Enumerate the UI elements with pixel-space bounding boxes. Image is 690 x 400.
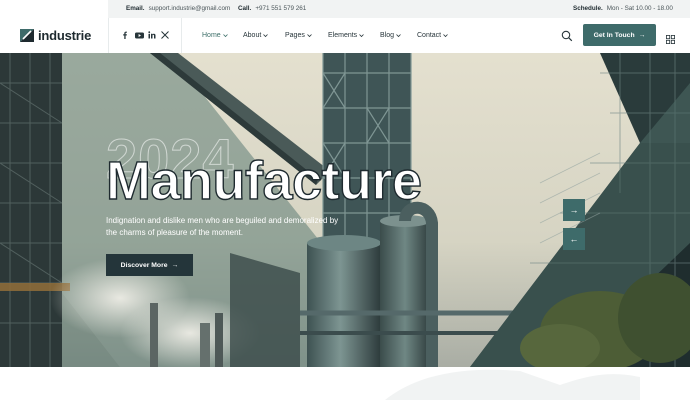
chevron-down-icon: [396, 34, 401, 38]
nav-home[interactable]: Home: [202, 30, 228, 41]
hero-slider: 2024 Manufacture Indignation and dislike…: [0, 53, 690, 367]
call-value[interactable]: +971 551 579 261: [255, 5, 306, 12]
nav-about-label: About: [243, 32, 262, 39]
chevron-down-icon: [443, 34, 448, 38]
facebook-icon[interactable]: [120, 30, 130, 40]
youtube-icon[interactable]: [134, 30, 144, 40]
chevron-down-icon: [222, 34, 228, 38]
grid-menu-icon[interactable]: [666, 31, 676, 45]
x-icon[interactable]: [160, 30, 170, 40]
slider-prev-button[interactable]: ←: [563, 228, 585, 250]
linkedin-icon[interactable]: [147, 30, 157, 40]
logo-mark-icon: [20, 28, 34, 42]
nav-home-label: Home: [202, 32, 221, 39]
schedule-info: Schedule. Mon - Sat 10.00 - 18.00: [573, 4, 673, 14]
arrow-left-icon: ←: [569, 234, 579, 244]
nav-elements[interactable]: Elements: [328, 30, 364, 41]
arrow-right-icon: →: [569, 205, 579, 215]
discover-more-button[interactable]: Discover More →: [106, 254, 193, 276]
email-value[interactable]: support.industrie@gmail.com: [149, 5, 231, 12]
logo-text: industrie: [38, 27, 92, 43]
nav-blog[interactable]: Blog: [380, 30, 401, 41]
schedule-label: Schedule.: [573, 5, 603, 12]
chevron-down-icon: [359, 34, 364, 38]
nav-blog-label: Blog: [380, 32, 395, 39]
header-divider: [108, 18, 109, 53]
nav-contact[interactable]: Contact: [417, 30, 448, 41]
call-info[interactable]: Call. +971 551 579 261: [238, 4, 306, 14]
get-in-touch-button[interactable]: Get In Touch →: [583, 24, 656, 46]
decorative-shape: [385, 369, 640, 400]
chevron-down-icon: [263, 34, 269, 38]
schedule-value: Mon - Sat 10.00 - 18.00: [606, 5, 673, 12]
slider-next-button[interactable]: →: [563, 199, 585, 221]
discover-more-label: Discover More: [120, 261, 168, 269]
site-logo[interactable]: industrie: [20, 27, 91, 43]
hero-title: Manufacture: [105, 151, 422, 211]
nav-pages[interactable]: Pages: [285, 30, 312, 41]
top-info-bar: Email. support.industrie@gmail.com Call. +…: [0, 0, 690, 18]
arrow-right-icon: →: [638, 31, 646, 39]
get-in-touch-label: Get In Touch: [593, 31, 635, 39]
hero-description: Indignation and dislike men who are begu…: [106, 216, 339, 237]
arrow-right-icon: →: [171, 261, 179, 269]
chevron-down-icon: [307, 34, 312, 38]
nav-about[interactable]: About: [243, 30, 269, 41]
call-label: Call.: [238, 5, 252, 12]
search-icon[interactable]: [561, 29, 573, 42]
header-divider: [181, 18, 182, 53]
nav-elements-label: Elements: [328, 32, 358, 39]
nav-contact-label: Contact: [417, 32, 442, 39]
email-label: Email.: [126, 5, 145, 12]
main-header: industrie Home About Pages Elements Blog…: [0, 18, 690, 53]
top-bar-logo-area: [0, 0, 108, 18]
nav-pages-label: Pages: [285, 32, 305, 39]
next-section: [0, 367, 690, 400]
email-info[interactable]: Email. support.industrie@gmail.com: [126, 4, 230, 14]
